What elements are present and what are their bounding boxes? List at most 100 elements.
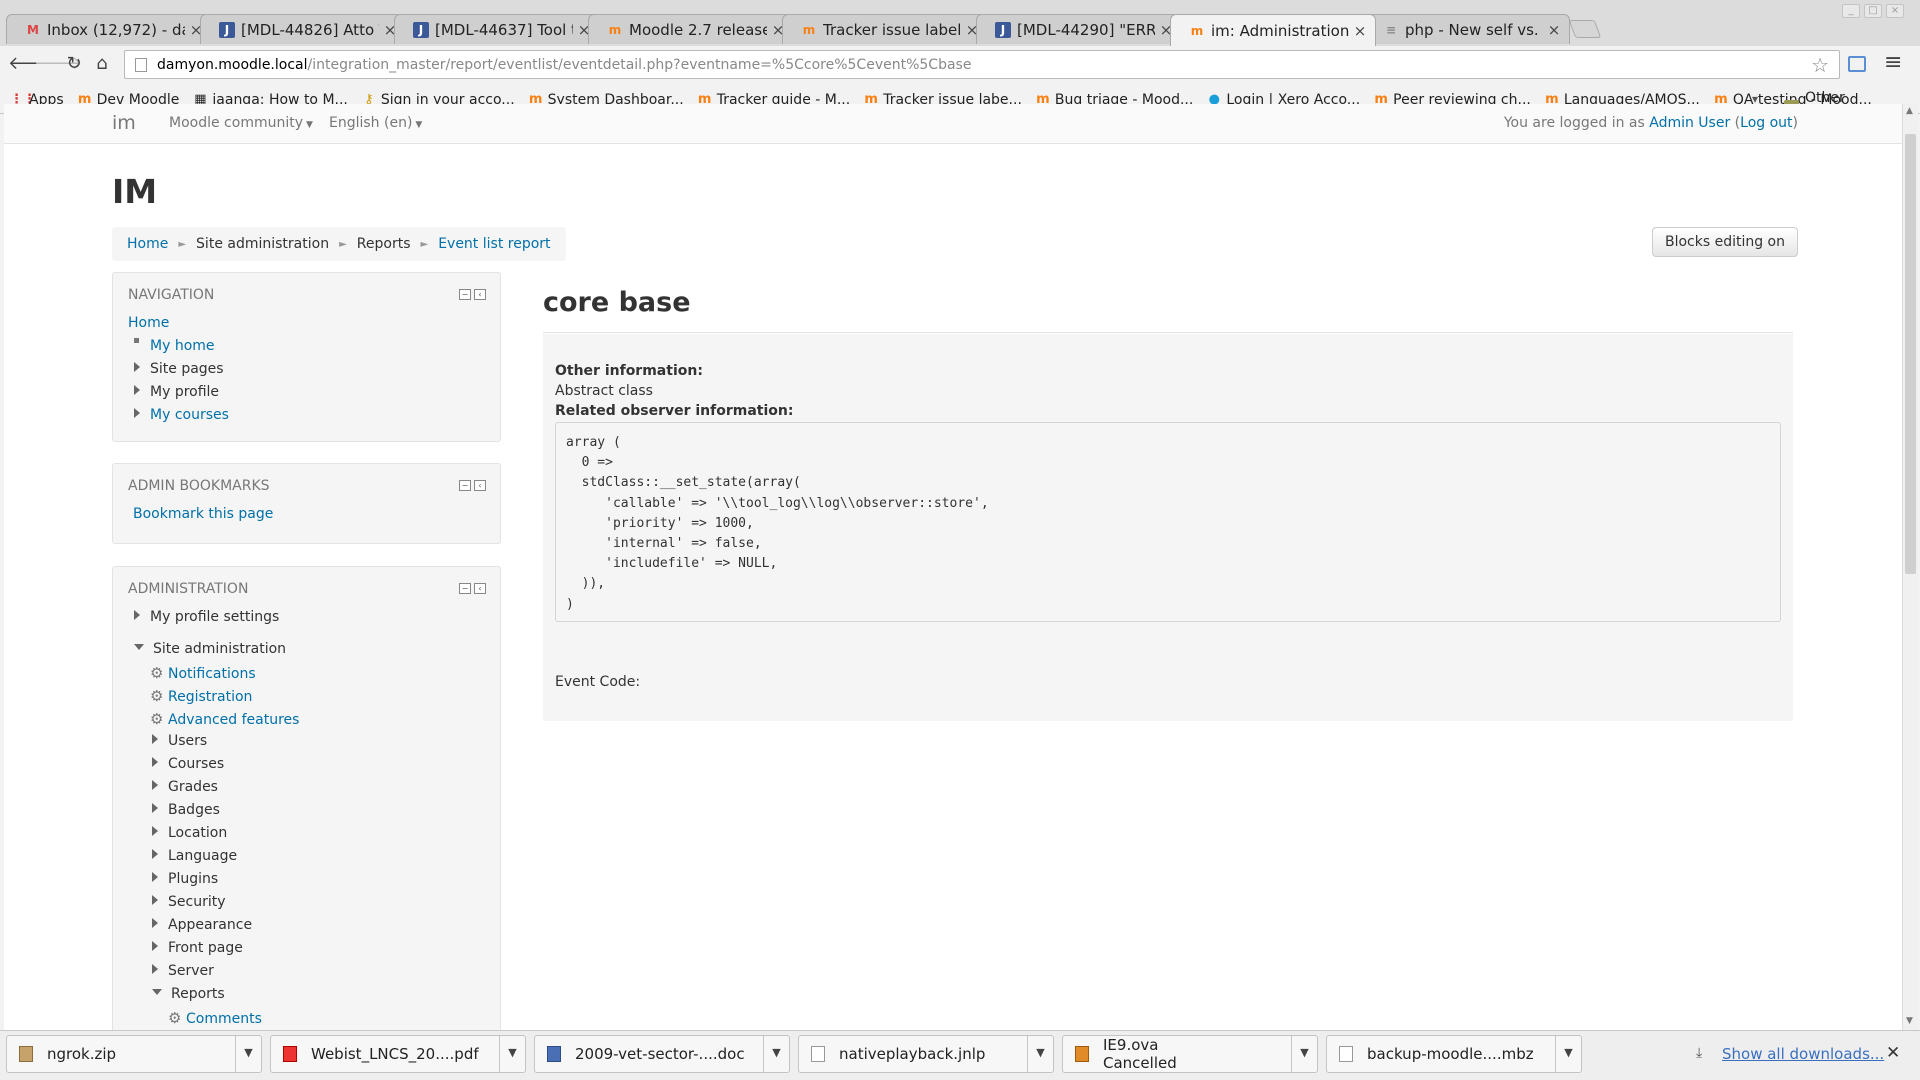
scroll-down-arrow-icon[interactable]: ▼ bbox=[1906, 1016, 1913, 1026]
logout-link[interactable]: Log out bbox=[1740, 115, 1792, 131]
administration-block: Administration − ‹ bbox=[112, 566, 501, 1030]
close-icon[interactable]: × bbox=[1353, 22, 1367, 40]
download-item[interactable]: ngrok.zip ▼ bbox=[6, 1035, 262, 1073]
admin-label: Front page bbox=[168, 940, 243, 956]
chevron-down-icon[interactable]: ▼ bbox=[763, 1035, 789, 1073]
download-item[interactable]: 2009-vet-sector-....doc ▼ bbox=[534, 1035, 790, 1073]
admin-link[interactable]: Advanced features bbox=[168, 712, 299, 728]
admin-bookmarks-block: Admin bookmarks − ‹ bbox=[112, 463, 501, 544]
new-tab-button[interactable] bbox=[1568, 20, 1602, 38]
download-item[interactable]: Webist_LNCS_20....pdf ▼ bbox=[270, 1035, 526, 1073]
admin-item-grades[interactable]: Grades bbox=[152, 779, 218, 795]
admin-item-plugins[interactable]: Plugins bbox=[152, 871, 218, 887]
menu-label: Moodle community bbox=[169, 115, 303, 131]
home-icon[interactable]: ⌂ bbox=[90, 52, 114, 76]
chevron-down-icon[interactable]: ▼ bbox=[1027, 1035, 1053, 1073]
nav-item-my-home[interactable]: My home bbox=[134, 337, 215, 354]
admin-link[interactable]: Comments bbox=[186, 1011, 262, 1027]
breadcrumb-home[interactable]: Home bbox=[127, 236, 168, 252]
admin-link[interactable]: Registration bbox=[168, 689, 252, 705]
back-arrow-icon[interactable]: 🡐 bbox=[8, 52, 56, 76]
chevron-down-icon[interactable]: ▼ bbox=[235, 1035, 261, 1073]
dock-block-icon[interactable]: ‹ bbox=[474, 480, 486, 491]
admin-item-badges[interactable]: Badges bbox=[152, 802, 220, 818]
browser-tab[interactable]: J [MDL-44826] Atto Too × bbox=[200, 14, 406, 44]
close-icon[interactable]: × bbox=[1547, 21, 1561, 39]
nav-link[interactable]: My courses bbox=[150, 407, 229, 423]
chevron-down-icon[interactable]: ▼ bbox=[1555, 1035, 1581, 1073]
address-bar[interactable]: damyon.moodle.local/integration_master/r… bbox=[124, 50, 1840, 79]
nav-label: Site pages bbox=[150, 361, 224, 377]
browser-tab[interactable]: J [MDL-44290] "ERROR: × bbox=[976, 14, 1182, 44]
admin-label: Users bbox=[168, 733, 208, 749]
block-controls: − ‹ bbox=[456, 583, 486, 594]
admin-item-front-page[interactable]: Front page bbox=[152, 940, 243, 956]
admin-item-users[interactable]: Users bbox=[152, 733, 207, 749]
browser-tab[interactable]: m Moodle 2.7 release note × bbox=[588, 14, 794, 44]
admin-item-appearance[interactable]: Appearance bbox=[152, 917, 252, 933]
dock-block-icon[interactable]: ‹ bbox=[474, 583, 486, 594]
site-brand-link[interactable]: im bbox=[112, 112, 136, 134]
admin-item-comments[interactable]: ⚙ Comments bbox=[168, 1009, 262, 1027]
expand-arrow-icon bbox=[152, 964, 158, 974]
reload-icon[interactable]: ↻ bbox=[62, 52, 86, 76]
close-icon[interactable]: ✕ bbox=[1886, 1043, 1900, 1063]
nav-item-my-profile[interactable]: My profile bbox=[134, 384, 219, 400]
admin-item-courses[interactable]: Courses bbox=[152, 756, 224, 772]
chevron-down-icon[interactable]: ▼ bbox=[499, 1035, 525, 1073]
maximize-icon[interactable]: □ bbox=[1864, 4, 1882, 18]
hide-block-icon[interactable]: − bbox=[459, 583, 471, 594]
admin-item-advanced-features[interactable]: ⚙ Advanced features bbox=[150, 710, 299, 728]
minimize-icon[interactable]: _ bbox=[1842, 4, 1860, 18]
url-host: damyon.moodle.local bbox=[157, 56, 308, 73]
admin-item-site-administration[interactable]: Site administration bbox=[134, 641, 286, 657]
admin-item-location[interactable]: Location bbox=[152, 825, 227, 841]
bookmark-star-icon[interactable]: ☆ bbox=[1811, 53, 1829, 77]
gmail-icon: M bbox=[27, 22, 39, 37]
browser-tab[interactable]: J [MDL-44637] Tool to list × bbox=[394, 14, 600, 44]
browser-menu-icon[interactable]: ≡ bbox=[1884, 50, 1902, 75]
page-scrollbar[interactable]: ▲ ▼ bbox=[1902, 104, 1918, 1030]
moodle-icon: m bbox=[608, 22, 622, 37]
admin-item-reports[interactable]: Reports bbox=[152, 986, 225, 1002]
admin-item-notifications[interactable]: ⚙ Notifications bbox=[150, 664, 256, 682]
dock-block-icon[interactable]: ‹ bbox=[474, 289, 486, 300]
breadcrumb-event-list-report[interactable]: Event list report bbox=[438, 236, 550, 252]
browser-tab-active[interactable]: m im: Administration: Rep × bbox=[1170, 14, 1376, 46]
hide-block-icon[interactable]: − bbox=[459, 289, 471, 300]
nav-item-site-pages[interactable]: Site pages bbox=[134, 361, 224, 377]
scroll-up-arrow-icon[interactable]: ▲ bbox=[1906, 106, 1913, 116]
nav-link[interactable]: My home bbox=[150, 338, 215, 354]
download-item[interactable]: backup-moodle....mbz ▼ bbox=[1326, 1035, 1582, 1073]
window-close-icon[interactable]: × bbox=[1886, 4, 1904, 18]
nav-item-my-courses[interactable]: My courses bbox=[134, 407, 229, 423]
nav-link[interactable]: Home bbox=[128, 315, 169, 331]
block-header: Navigation − ‹ bbox=[113, 273, 500, 309]
show-all-downloads-link[interactable]: Show all downloads... bbox=[1722, 1045, 1884, 1063]
browser-tab[interactable]: M Inbox (12,972) - damy × bbox=[6, 14, 212, 44]
chevron-down-icon[interactable]: ▼ bbox=[1291, 1035, 1317, 1073]
admin-item-security[interactable]: Security bbox=[152, 894, 226, 910]
nav-item-home[interactable]: Home bbox=[128, 315, 169, 331]
language-menu[interactable]: English (en) ▼ bbox=[329, 115, 422, 131]
bookmark-this-page[interactable]: Bookmark this page bbox=[133, 506, 273, 522]
download-item[interactable]: nativeplayback.jnlp ▼ bbox=[798, 1035, 1054, 1073]
event-code-link[interactable]: Event Code: bbox=[555, 674, 640, 690]
browser-tab[interactable]: m Tracker issue labels - M × bbox=[782, 14, 988, 44]
cast-extension-icon[interactable] bbox=[1848, 56, 1866, 72]
blocks-editing-button[interactable]: Blocks editing on bbox=[1651, 227, 1798, 257]
scrollbar-thumb[interactable] bbox=[1905, 134, 1916, 574]
admin-item-registration[interactable]: ⚙ Registration bbox=[150, 687, 252, 705]
moodle-community-menu[interactable]: Moodle community ▼ bbox=[169, 115, 313, 131]
download-item[interactable]: IE9.ova Cancelled ▼ bbox=[1062, 1035, 1318, 1073]
user-profile-link[interactable]: Admin User bbox=[1649, 115, 1730, 131]
admin-item-server[interactable]: Server bbox=[152, 963, 214, 979]
hide-block-icon[interactable]: − bbox=[459, 480, 471, 491]
bookmark-this-page-link[interactable]: Bookmark this page bbox=[133, 506, 273, 522]
browser-tab[interactable]: ≡ php - New self vs. new × bbox=[1364, 14, 1570, 44]
generic-file-icon bbox=[1339, 1046, 1353, 1062]
forward-arrow-icon[interactable]: 🡒 bbox=[34, 52, 82, 76]
admin-item-language[interactable]: Language bbox=[152, 848, 237, 864]
admin-item-my-profile-settings[interactable]: My profile settings bbox=[134, 609, 279, 625]
admin-link[interactable]: Notifications bbox=[168, 666, 256, 682]
